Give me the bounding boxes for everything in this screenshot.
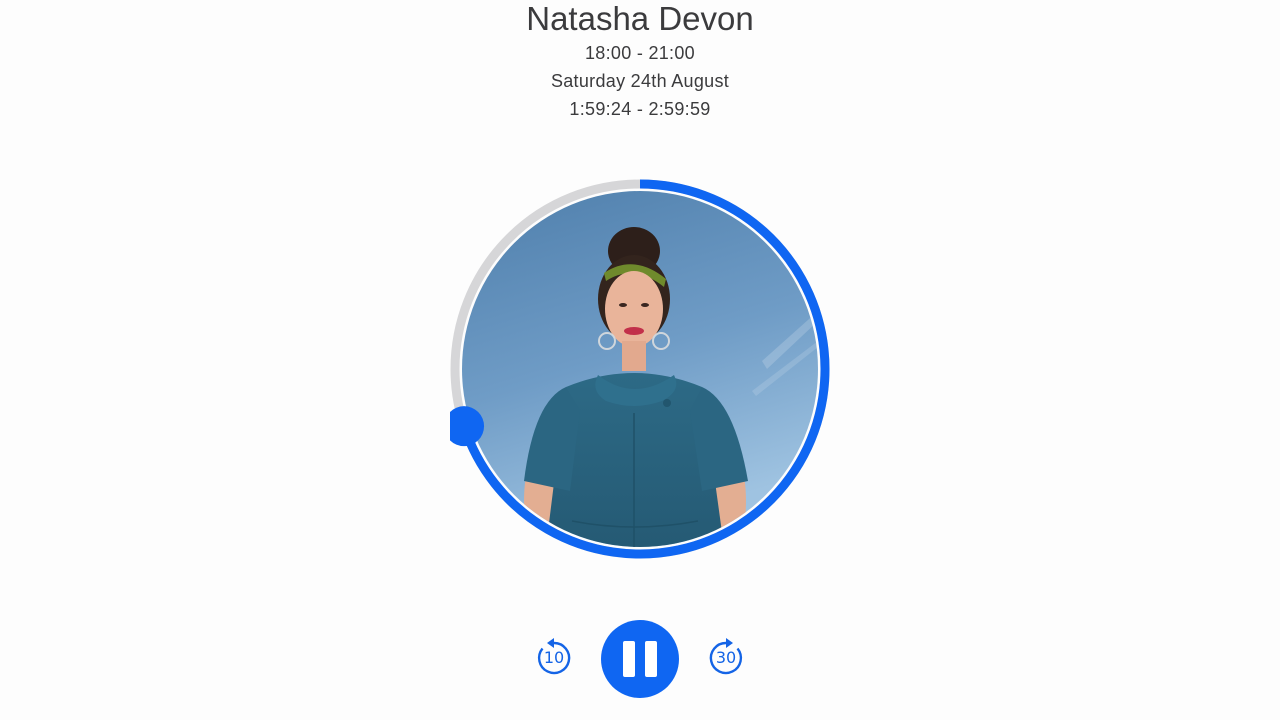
forward-amount: 30: [715, 648, 737, 667]
progress-ring[interactable]: [450, 179, 830, 559]
show-title: Natasha Devon: [526, 0, 754, 37]
show-time-slot: 18:00 - 21:00: [585, 43, 695, 63]
progress-scrubber-handle[interactable]: [450, 406, 485, 447]
rewind-10-button[interactable]: 10: [534, 638, 574, 678]
circular-progress-player: [450, 179, 830, 559]
progress-fill: [459, 179, 830, 559]
radio-player-screen: Natasha Devon 18:00 - 21:00 Saturday 24t…: [0, 0, 1280, 720]
show-date: Saturday 24th August: [550, 71, 730, 91]
pause-icon-bar: [645, 641, 657, 677]
now-playing-header: Natasha Devon 18:00 - 21:00 Saturday 24t…: [0, 0, 1280, 123]
playback-controls: 10 30: [0, 620, 1280, 698]
pause-button[interactable]: [601, 620, 679, 698]
pause-icon: [623, 641, 635, 677]
forward-30-button[interactable]: 30: [706, 638, 746, 678]
rewind-amount: 10: [543, 648, 565, 667]
playback-position: 1:59:24 - 2:59:59: [569, 99, 711, 119]
